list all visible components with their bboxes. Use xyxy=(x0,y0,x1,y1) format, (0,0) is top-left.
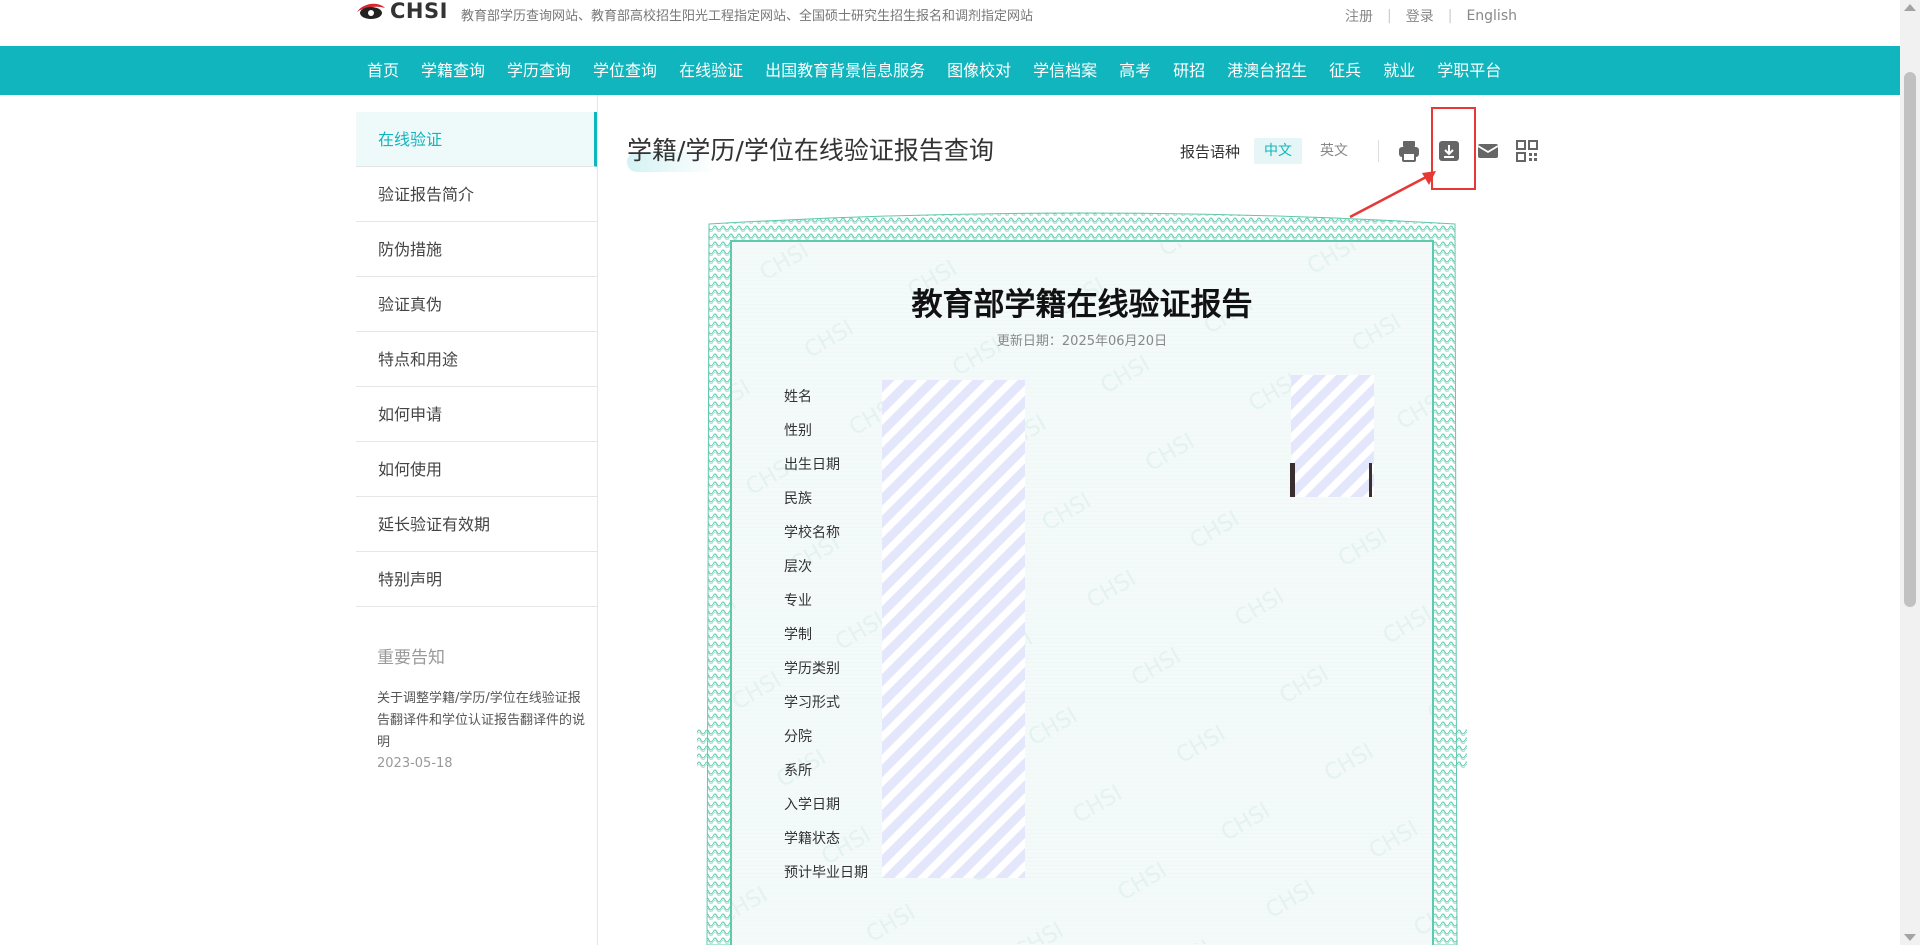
certificate-update-date: 更新日期：2025年06月20日 xyxy=(996,334,1168,349)
print-icon[interactable] xyxy=(1397,139,1421,163)
eye-logo-icon xyxy=(357,3,385,19)
photo-edge xyxy=(1369,463,1372,497)
field-label-education-type: 学历类别 xyxy=(784,661,840,677)
nav-item-conscription[interactable]: 征兵 xyxy=(1318,46,1372,95)
sidebar-item-extend-validity[interactable]: 延长验证有效期 xyxy=(356,497,598,552)
field-label-study-mode: 学习形式 xyxy=(784,695,840,711)
site-tagline: 教育部学历查询网站、教育部高校招生阳光工程指定网站、全国硕士研究生招生报名和调剂… xyxy=(461,9,1034,24)
field-label-gender: 性别 xyxy=(784,423,812,439)
nav-item-online-verify[interactable]: 在线验证 xyxy=(668,46,754,95)
sidebar-item-special-statement[interactable]: 特别声明 xyxy=(356,552,598,607)
nav-item-home[interactable]: 首页 xyxy=(356,46,410,95)
field-label-name: 姓名 xyxy=(784,389,812,405)
field-label-school: 学校名称 xyxy=(784,525,840,541)
sidebar-item-features[interactable]: 特点和用途 xyxy=(356,332,598,387)
nav-item-career-platform[interactable]: 学职平台 xyxy=(1426,46,1512,95)
field-label-expected-graduation: 预计毕业日期 xyxy=(784,865,868,881)
sidebar-item-how-to-apply[interactable]: 如何申请 xyxy=(356,387,598,442)
nav-item-gaokao[interactable]: 高考 xyxy=(1108,46,1162,95)
nav-item-education-query[interactable]: 学历查询 xyxy=(496,46,582,95)
nav-item-hmt-admission[interactable]: 港澳台招生 xyxy=(1216,46,1318,95)
scroll-thumb[interactable] xyxy=(1904,72,1916,607)
notice-link[interactable]: 关于调整学籍/学历/学位在线验证报告翻译件和学位认证报告翻译件的说明 xyxy=(377,688,587,754)
nav-item-enrollment-query[interactable]: 学籍查询 xyxy=(410,46,496,95)
sidebar-item-online-verify[interactable]: 在线验证 xyxy=(356,112,598,167)
logo-text: CHSI xyxy=(390,0,448,23)
field-label-level: 层次 xyxy=(784,559,812,575)
register-link[interactable]: 注册 xyxy=(1345,6,1373,26)
language-label: 报告语种 xyxy=(1180,143,1241,161)
email-icon[interactable] xyxy=(1476,139,1500,163)
notice-title: 重要告知 xyxy=(377,648,445,668)
nav-item-archive[interactable]: 学信档案 xyxy=(1022,46,1108,95)
sidebar-item-anti-fake[interactable]: 防伪措施 xyxy=(356,222,598,277)
nav-item-abroad-service[interactable]: 出国教育背景信息服务 xyxy=(754,46,936,95)
main-nav: 首页 学籍查询 学历查询 学位查询 在线验证 出国教育背景信息服务 图像校对 学… xyxy=(0,46,1900,95)
important-notice: 重要告知 关于调整学籍/学历/学位在线验证报告翻译件和学位认证报告翻译件的说明 … xyxy=(356,607,598,771)
toolbar-divider xyxy=(1378,140,1379,162)
field-label-enrollment-status: 学籍状态 xyxy=(784,831,840,847)
login-link[interactable]: 登录 xyxy=(1406,6,1434,26)
link-divider: | xyxy=(1447,8,1453,24)
notice-date: 2023-05-18 xyxy=(377,756,453,771)
top-links: 注册 | 登录 | English xyxy=(1345,6,1517,26)
scroll-down-icon[interactable] xyxy=(1904,934,1916,941)
nav-item-degree-query[interactable]: 学位查询 xyxy=(582,46,668,95)
redacted-field-values xyxy=(882,380,1025,878)
field-label-department: 系所 xyxy=(784,763,812,779)
field-label-branch: 分院 xyxy=(784,729,812,745)
chsi-logo[interactable]: CHSI xyxy=(356,0,448,23)
photo-edge xyxy=(1290,463,1295,497)
english-link[interactable]: English xyxy=(1466,8,1517,24)
vertical-scrollbar[interactable] xyxy=(1900,0,1920,945)
nav-item-yanzhao[interactable]: 研招 xyxy=(1162,46,1216,95)
sidebar-item-report-intro[interactable]: 验证报告简介 xyxy=(356,167,598,222)
field-label-duration: 学制 xyxy=(784,627,812,643)
link-divider: | xyxy=(1387,8,1392,24)
field-label-birthdate: 出生日期 xyxy=(784,457,840,473)
redacted-photo xyxy=(1291,375,1374,497)
sidebar-divider xyxy=(597,95,598,945)
language-chinese-button[interactable]: 中文 xyxy=(1254,138,1302,164)
language-english-button[interactable]: 英文 xyxy=(1310,138,1358,164)
sidebar-item-verify-authenticity[interactable]: 验证真伪 xyxy=(356,277,598,332)
field-label-major: 专业 xyxy=(784,593,812,609)
field-label-enrollment-date: 入学日期 xyxy=(784,797,840,813)
certificate-field-labels: 姓名 性别 出生日期 民族 学校名称 层次 专业 学制 学历类别 学习形式 分院… xyxy=(784,380,868,890)
qrcode-icon[interactable] xyxy=(1515,139,1539,163)
nav-item-employment[interactable]: 就业 xyxy=(1372,46,1426,95)
field-label-ethnicity: 民族 xyxy=(784,491,812,507)
page-title: 学籍/学历/学位在线验证报告查询 xyxy=(627,136,994,165)
sidebar-item-how-to-use[interactable]: 如何使用 xyxy=(356,442,598,497)
sidebar: 在线验证 验证报告简介 防伪措施 验证真伪 特点和用途 如何申请 如何使用 延长… xyxy=(356,112,598,771)
top-bar: CHSI 教育部学历查询网站、教育部高校招生阳光工程指定网站、全国硕士研究生招生… xyxy=(0,0,1900,46)
scroll-up-icon[interactable] xyxy=(1904,4,1916,11)
certificate-title: 教育部学籍在线验证报告 xyxy=(911,287,1253,323)
nav-item-image-check[interactable]: 图像校对 xyxy=(936,46,1022,95)
